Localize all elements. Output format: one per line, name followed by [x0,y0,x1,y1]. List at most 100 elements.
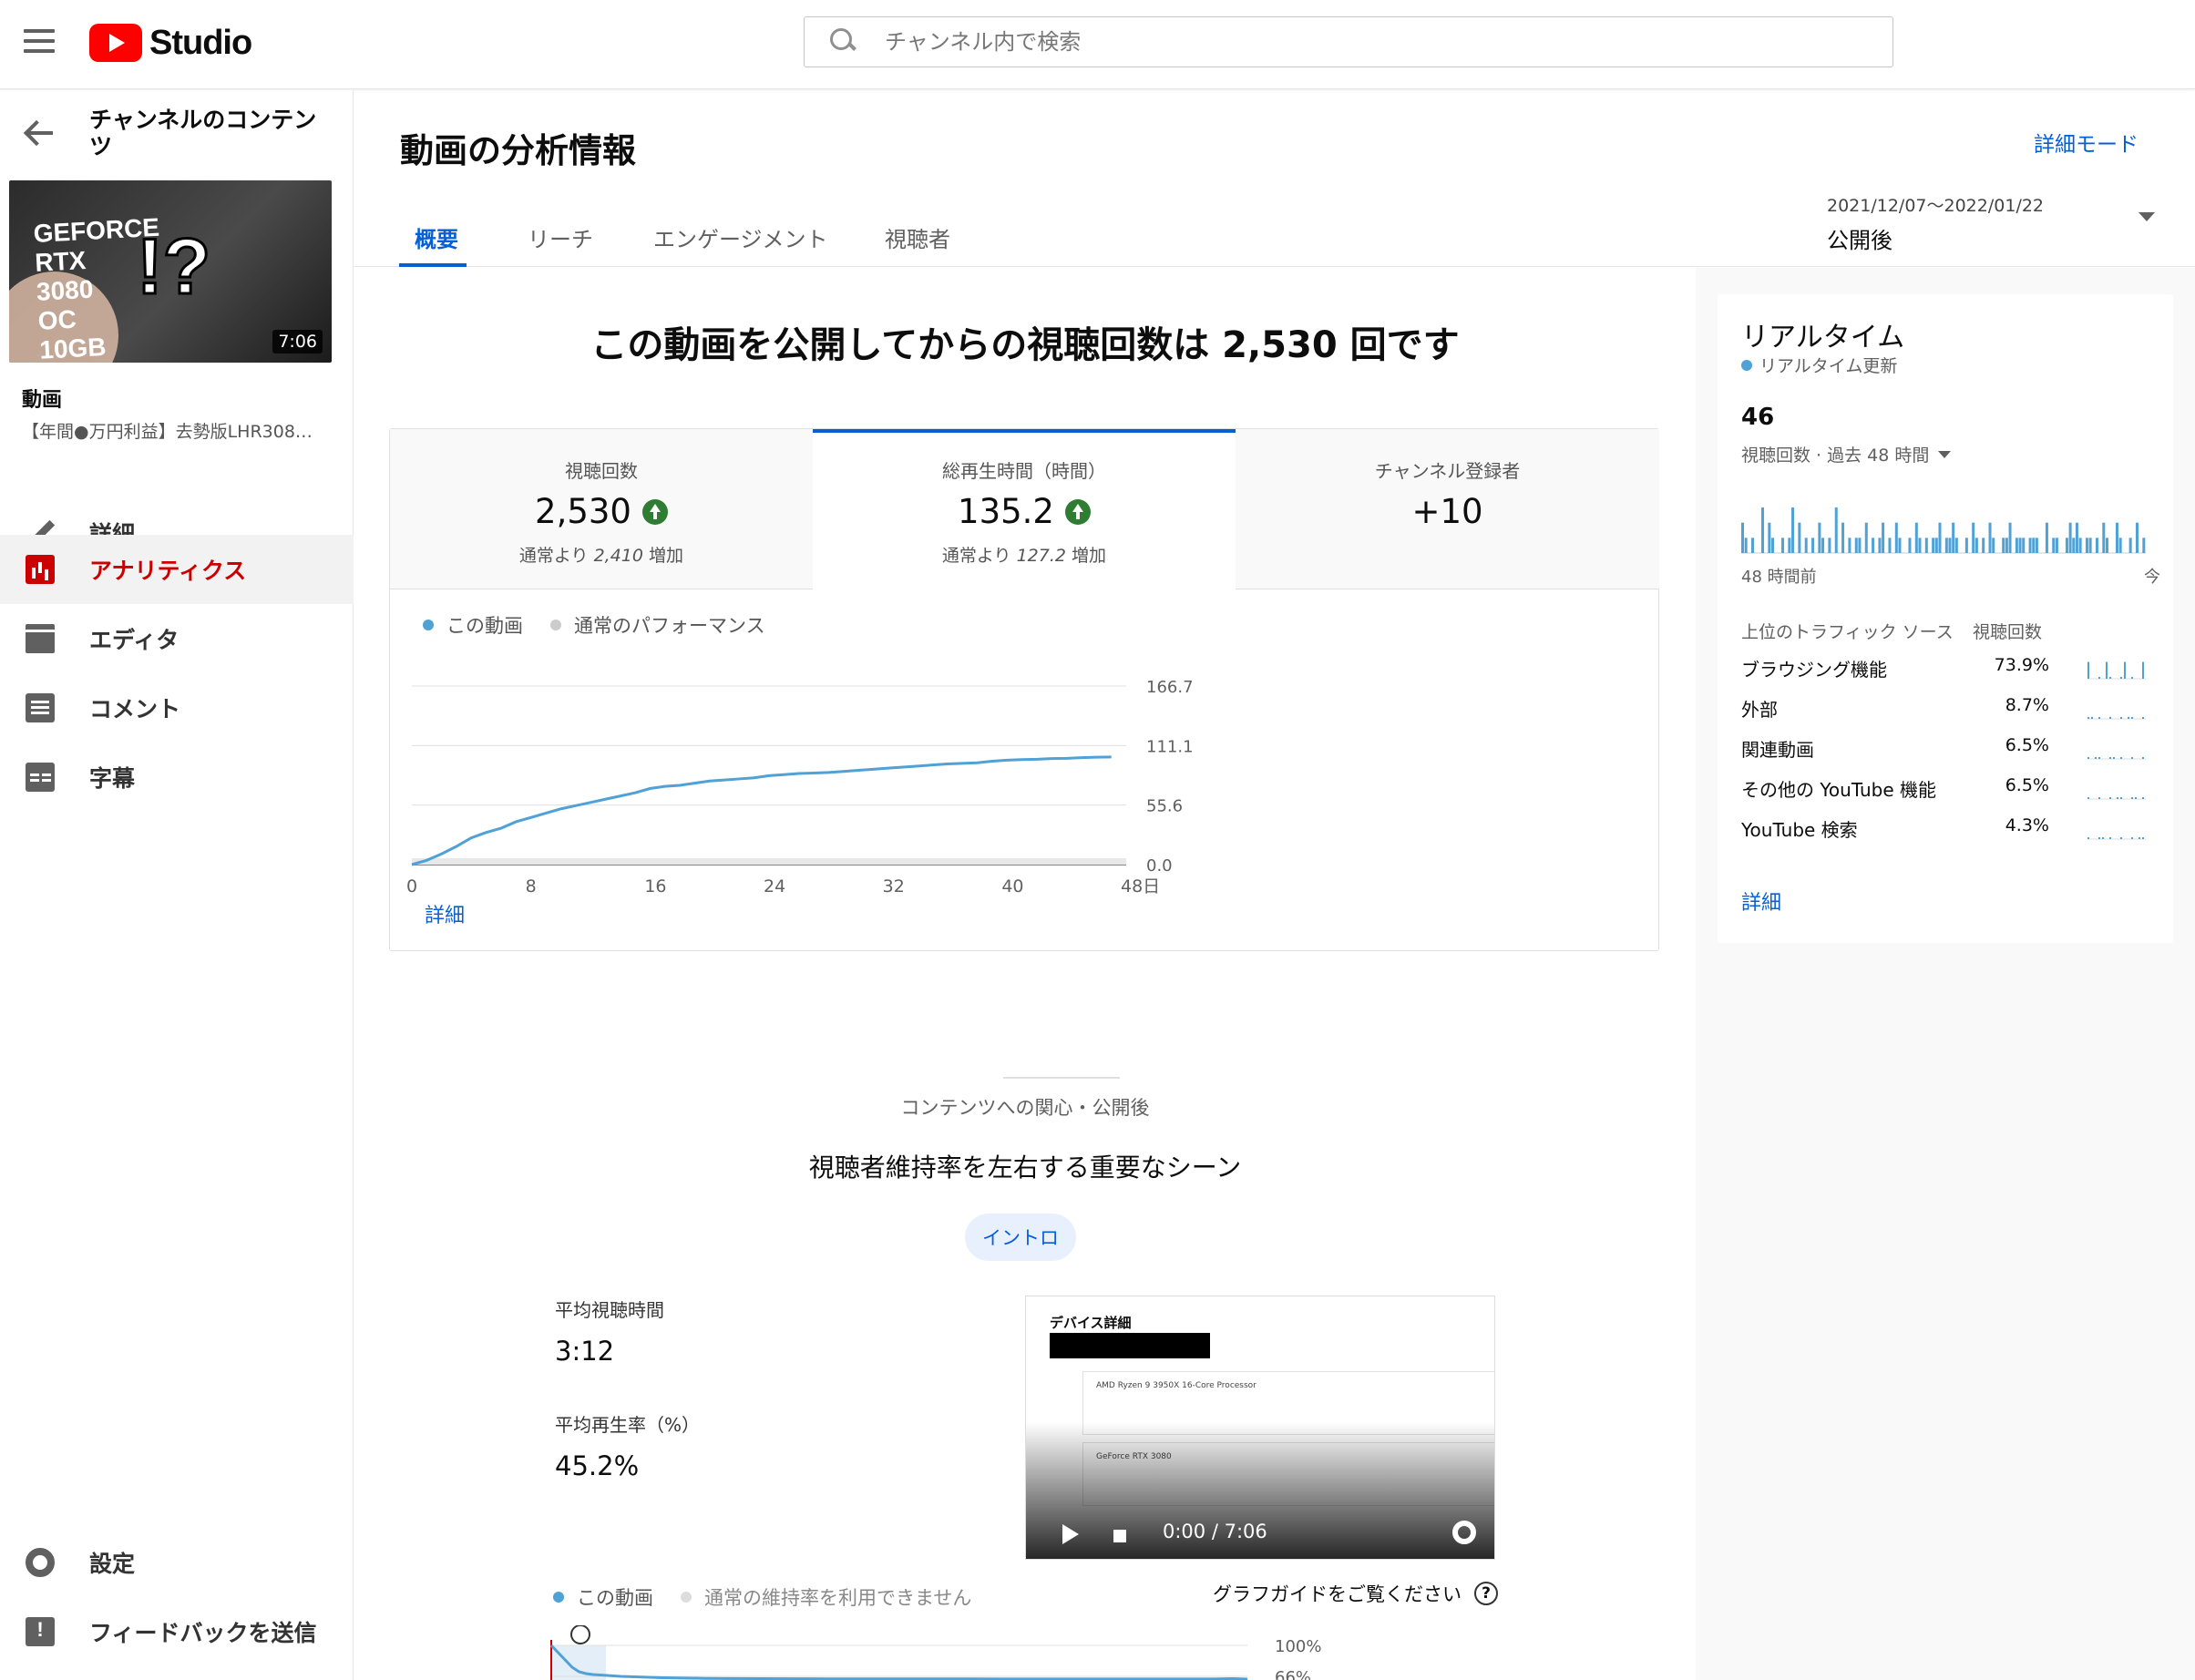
legend-typical: 通常の維持率を利用できません [704,1587,972,1609]
sparkline-bar [2106,661,2108,679]
traffic-source-row[interactable]: 関連動画 6.5% [1741,735,2160,763]
sparkline-bar [2128,716,2129,719]
sparkline-bar [2139,837,2140,839]
realtime-sub: リアルタイム更新 [1741,353,1897,377]
realtime-bar [2072,538,2076,553]
tab-engagement[interactable]: エンゲージメント [653,221,828,253]
back-arrow-icon[interactable] [24,119,55,147]
video-name[interactable]: 【年間●万円利益】去勢版LHR3080… [22,418,323,443]
video-label: 動画 [22,389,63,412]
realtime-bar [2068,522,2072,553]
realtime-bar [2005,538,2008,553]
tab-reach[interactable]: リーチ [528,221,593,253]
realtime-bar [2002,538,2005,553]
tab-overview[interactable]: 概要 [415,221,458,253]
sidebar-item-feedback[interactable]: フィードバックを送信 [0,1597,354,1666]
tab-audience[interactable]: 視聴者 [885,221,950,253]
realtime-bar [1982,538,1985,553]
x-tick-label: 16 [644,876,666,896]
realtime-bar [1751,538,1755,553]
logo-text: Studio [149,23,252,62]
realtime-bar [1908,538,1912,553]
realtime-bar [1938,522,1942,553]
sparkline-bar [2120,757,2122,759]
sparkline-bar [2113,757,2115,759]
details-link[interactable]: 詳細 [425,899,465,928]
date-range-picker[interactable]: 2021/12/07～2022/01/22 公開後 [1827,192,2155,254]
chart-guide-text: グラフガイドをご覧ください [1213,1583,1462,1605]
traffic-sparkline [2087,661,2146,680]
sparkline-bar [2109,716,2111,719]
traffic-source-row[interactable]: 外部 8.7% [1741,695,2160,722]
chart-guide-link[interactable]: グラフガイドをご覧ください ? [1213,1580,1498,1607]
sparkline-bar [2091,716,2093,719]
comment-icon [26,693,55,722]
traffic-source-pct: 4.3% [2005,815,2049,835]
realtime-bar [2078,538,2082,553]
sparkline-bar [2109,797,2111,799]
avg-duration-value: 3:12 [555,1336,615,1367]
realtime-bar [1821,538,1825,553]
traffic-source-pct: 6.5% [2005,735,2049,755]
realtime-metric-dropdown[interactable]: 視聴回数 · 過去 48 時間 [1741,442,1952,466]
intro-chip[interactable]: イントロ [965,1214,1076,1261]
realtime-bar [1898,538,1902,553]
sparkline-bar [2087,661,2089,679]
video-redacted-block [1050,1333,1210,1358]
realtime-bar [1834,507,1838,553]
sidebar-item-subtitles[interactable]: 字幕 [0,743,354,812]
watch-time-chart: 0.0 55.6 111.1 166.7 0 8 16 24 32 40 48日 [406,678,1194,896]
volume-icon[interactable] [1113,1530,1126,1542]
sparkline-bar [2087,797,2089,799]
advanced-mode-link[interactable]: 詳細モード [2034,127,2139,158]
legend-dot-typical [681,1592,692,1603]
realtime-bar [1761,507,1765,553]
realtime-bar [1964,538,1968,553]
realtime-title: リアルタイム [1741,322,1905,353]
chevron-down-icon [1938,450,1952,458]
page-title: 動画の分析情報 [400,131,636,170]
sidebar-item-label: エディタ [89,627,179,653]
avg-pct-label: 平均再生率（%） [555,1414,701,1436]
gear-icon [26,1548,55,1577]
sparkline-bar [2135,797,2137,799]
realtime-bar [2118,538,2122,553]
sparkline-bar [2131,837,2133,839]
studio-logo[interactable]: Studio [89,22,252,64]
sidebar-item-analytics[interactable]: アナリティクス [0,535,354,604]
live-dot-icon [1741,359,1752,371]
realtime-axis-end: 今 [2144,568,2160,587]
video-panel-title: デバイス詳細 [1050,1315,1132,1331]
play-icon[interactable] [1062,1524,1079,1544]
sparkline-bar [2117,797,2118,799]
realtime-bar [1934,538,1938,553]
realtime-details-link[interactable]: 詳細 [1741,886,1781,916]
sidebar-item-settings[interactable]: 設定 [0,1528,354,1597]
sidebar-item-editor[interactable]: エディタ [0,604,354,673]
search-input[interactable] [885,29,1869,55]
realtime-count: 46 [1741,404,1775,431]
menu-icon[interactable] [24,29,55,55]
traffic-source-row[interactable]: YouTube 検索 4.3% [1741,815,2160,843]
realtime-bar [2022,538,2026,553]
video-player[interactable]: デバイス詳細 AMD Ryzen 9 3950X 16-Core Process… [1025,1296,1495,1560]
traffic-source-name: ブラウジング機能 [1741,659,1887,681]
thumbnail-duration: 7:06 [272,330,323,353]
gear-icon[interactable] [1452,1521,1476,1544]
sidebar-item-comments[interactable]: コメント [0,673,354,743]
sparkline-bar [2142,757,2144,759]
sparkline-bar [2087,837,2089,839]
subtitles-icon [26,763,55,792]
search-box[interactable] [804,16,1893,67]
sparkline-bar [2087,757,2089,759]
realtime-bar [1972,522,1975,553]
metrics-card: 視聴回数 2,530 通常より 2,410 増加 総再生時間（時間） 135.2… [389,428,1659,951]
traffic-source-row[interactable]: ブラウジング機能 73.9% [1741,655,2160,682]
video-thumbnail[interactable]: GEFORCE RTX 3080 OC 10GB !? 7:06 [9,180,332,363]
realtime-bar [1741,522,1744,553]
realtime-bar [1854,538,1858,553]
realtime-bar [2102,522,2106,553]
realtime-bar [2128,538,2132,553]
traffic-source-row[interactable]: その他の YouTube 機能 6.5% [1741,775,2160,803]
realtime-axis-start: 48 時間前 [1741,568,1817,587]
